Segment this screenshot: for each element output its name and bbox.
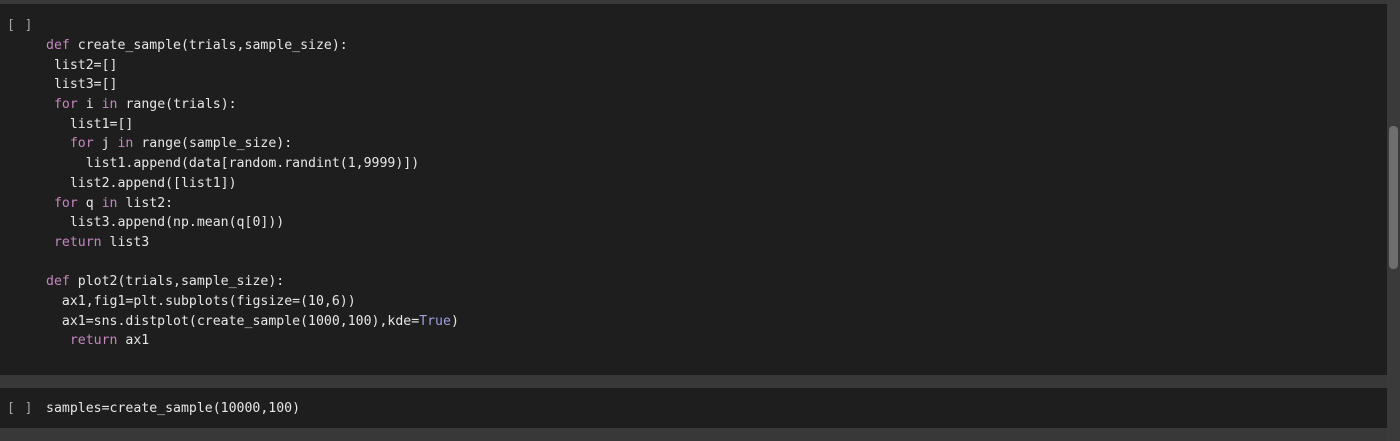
- code-keyword: return: [53, 234, 102, 250]
- code-line: list2.append([list1]): [46, 174, 459, 194]
- code-cell[interactable]: [ ] samples=create_sample(10000,100): [0, 388, 1387, 428]
- code-text: list2:: [117, 195, 174, 211]
- code-text: list3=[]: [53, 77, 118, 93]
- code-text: list3: [101, 234, 150, 250]
- code-text: list2=[]: [53, 57, 118, 73]
- code-keyword: for: [53, 97, 78, 113]
- code-line: ax1=sns.distplot(create_sample(1000,100)…: [46, 312, 459, 332]
- code-text: plot2(trials,sample_size):: [69, 274, 285, 290]
- code-keyword: True: [419, 313, 451, 329]
- code-line: return ax1: [46, 331, 459, 351]
- code-text: create_sample(trials,sample_size):: [69, 38, 348, 53]
- code-line: samples=create_sample(10000,100): [46, 399, 300, 419]
- code-line: list1=[]: [46, 115, 459, 135]
- notebook-page: [ ] def create_sample(trials,sample_size…: [0, 0, 1400, 441]
- code-text: samples=create_sample(10000,100): [46, 401, 301, 416]
- code-text: ax1=sns.distplot(create_sample(1000,100)…: [61, 313, 420, 329]
- code-keyword: return: [69, 333, 118, 349]
- code-text: i: [77, 97, 102, 113]
- code-text: ): [450, 313, 459, 329]
- code-text: q: [77, 195, 102, 211]
- code-text: list2.append([list1]): [69, 175, 237, 191]
- code-text: list3.append(np.mean(q[0])): [69, 215, 285, 231]
- code-text: ax1: [117, 333, 150, 349]
- code-text: range(trials):: [117, 97, 237, 113]
- code-line: def plot2(trials,sample_size):: [46, 272, 459, 292]
- code-line: for j in range(sample_size):: [46, 134, 459, 154]
- code-line: for i in range(trials):: [46, 95, 459, 115]
- code-editor[interactable]: samples=create_sample(10000,100): [46, 399, 300, 419]
- run-cell-button[interactable]: [ ]: [7, 16, 33, 36]
- code-keyword: for: [53, 195, 78, 211]
- code-line: list3.append(np.mean(q[0])): [46, 213, 459, 233]
- code-keyword: def: [46, 274, 70, 290]
- code-line: for q in list2:: [46, 194, 459, 214]
- code-text: list1.append(data[random.randint(1,9999)…: [85, 156, 420, 172]
- vertical-scrollbar[interactable]: [1387, 0, 1400, 441]
- code-line: list3=[]: [46, 75, 459, 95]
- code-editor[interactable]: def create_sample(trials,sample_size): l…: [46, 36, 459, 351]
- code-line: ax1,fig1=plt.subplots(figsize=(10,6)): [46, 292, 459, 312]
- code-text: list1=[]: [69, 116, 134, 132]
- code-keyword: in: [101, 97, 118, 113]
- code-keyword: def: [46, 38, 70, 53]
- code-line: def create_sample(trials,sample_size):: [46, 36, 459, 56]
- code-keyword: for: [69, 136, 94, 152]
- code-text: j: [93, 136, 118, 152]
- code-line: list1.append(data[random.randint(1,9999)…: [46, 154, 459, 174]
- run-cell-button[interactable]: [ ]: [7, 399, 33, 419]
- code-text: ax1,fig1=plt.subplots(figsize=(10,6)): [61, 293, 356, 309]
- code-text: range(sample_size):: [133, 136, 293, 152]
- code-keyword: in: [117, 136, 134, 152]
- code-line: list2=[]: [46, 56, 459, 76]
- scrollbar-thumb[interactable]: [1389, 126, 1398, 269]
- code-cell[interactable]: [ ] def create_sample(trials,sample_size…: [0, 4, 1387, 375]
- code-line: return list3: [46, 233, 459, 253]
- code-keyword: in: [101, 195, 118, 211]
